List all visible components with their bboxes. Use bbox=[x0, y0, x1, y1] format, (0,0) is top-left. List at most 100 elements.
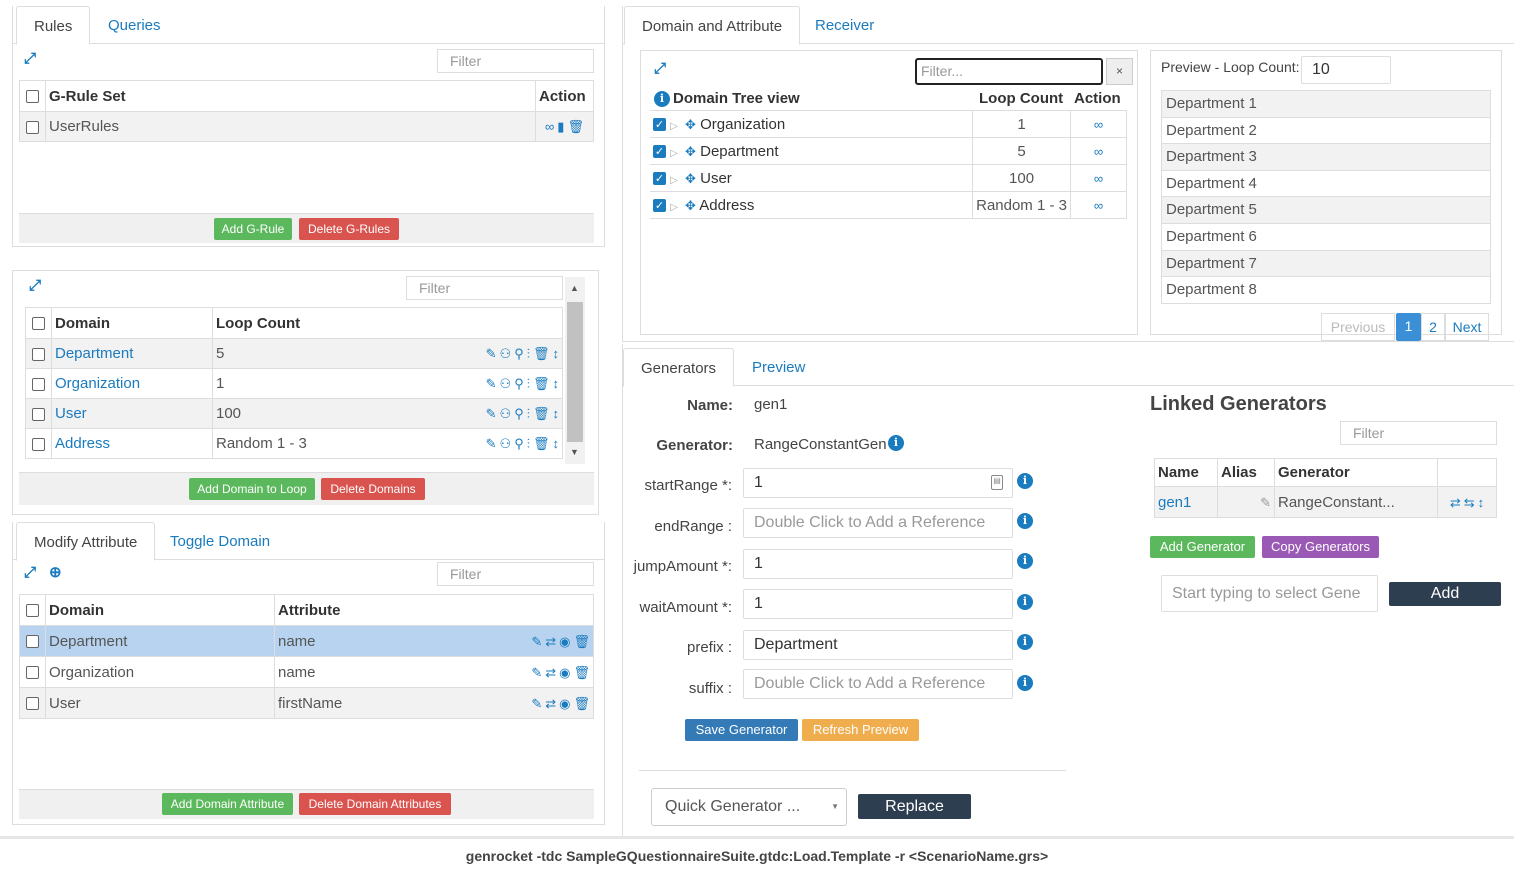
trash-icon[interactable]: 🗑 bbox=[533, 376, 550, 391]
row-checkbox[interactable] bbox=[32, 347, 45, 361]
tree-checkbox[interactable]: ✓ bbox=[653, 145, 666, 159]
expand-arrow-icon[interactable]: ▷ bbox=[670, 121, 678, 132]
trash-icon[interactable]: 🗑 bbox=[573, 665, 590, 680]
link-icon[interactable]: ∞ bbox=[545, 119, 554, 134]
edit-icon[interactable]: ✎ bbox=[531, 696, 542, 711]
table-row[interactable]: UserRules ∞ ▮ 🗑 bbox=[19, 111, 594, 142]
trash-icon[interactable]: 🗑 bbox=[533, 406, 550, 421]
move-icon[interactable]: ✥ bbox=[685, 144, 696, 159]
table-row[interactable]: Department name ✎ ⇄ ◉ 🗑 bbox=[19, 625, 594, 657]
preview-loop-count-input[interactable]: 10 bbox=[1301, 56, 1391, 84]
swap-icon[interactable]: ⇄ bbox=[545, 696, 556, 711]
rules-filter-input[interactable]: Filter bbox=[437, 49, 594, 73]
delete-domain-attributes-button[interactable]: Delete Domain Attributes bbox=[299, 793, 451, 815]
tree-row[interactable]: ✓ ▷ ✥ Department 5 ∞ bbox=[650, 137, 1127, 165]
tab-rules[interactable]: Rules bbox=[16, 6, 91, 45]
swap-icon[interactable]: ⇄ bbox=[545, 634, 556, 649]
link-icon[interactable]: ∞ bbox=[1094, 117, 1103, 132]
expand-arrow-icon[interactable]: ▷ bbox=[670, 148, 678, 159]
search-icon[interactable]: ⚲ bbox=[514, 406, 524, 421]
domain-link[interactable]: Organization bbox=[51, 368, 213, 399]
sliders-icon[interactable]: ⫶ bbox=[527, 346, 530, 361]
trash-icon[interactable]: 🗑 bbox=[533, 346, 550, 361]
sort-icon[interactable]: ↕ bbox=[553, 406, 560, 421]
prefix-input[interactable]: Department bbox=[743, 630, 1013, 660]
table-row[interactable]: Organization 1 ✎ ⚇ ⚲ ⫶ 🗑 ↕ bbox=[25, 368, 563, 399]
end-range-input[interactable]: Double Click to Add a Reference bbox=[743, 508, 1013, 538]
jump-amount-input[interactable]: 1 bbox=[743, 549, 1013, 579]
replace-button[interactable]: Replace bbox=[858, 794, 971, 819]
move-icon[interactable]: ✥ bbox=[685, 171, 696, 186]
row-checkbox[interactable] bbox=[26, 635, 39, 649]
save-generator-button[interactable]: Save Generator bbox=[685, 719, 798, 741]
edit-icon[interactable]: ✎ bbox=[531, 665, 542, 680]
pager-previous[interactable]: Previous bbox=[1321, 313, 1395, 341]
eye-icon[interactable]: ◉ bbox=[559, 696, 570, 711]
table-row[interactable]: User firstName ✎ ⇄ ◉ 🗑 bbox=[19, 687, 594, 719]
info-icon[interactable]: i bbox=[1017, 473, 1033, 489]
table-row[interactable]: Organization name ✎ ⇄ ◉ 🗑 bbox=[19, 656, 594, 688]
sliders-icon[interactable]: ⫶ bbox=[527, 436, 530, 451]
tab-modify-attribute[interactable]: Modify Attribute bbox=[16, 522, 156, 561]
tree-checkbox[interactable]: ✓ bbox=[653, 172, 666, 186]
trash-icon[interactable]: 🗑 bbox=[573, 696, 590, 711]
tab-toggle-domain[interactable]: Toggle Domain bbox=[153, 522, 287, 561]
search-icon[interactable]: ⚲ bbox=[514, 376, 524, 391]
generator-search-input[interactable]: Start typing to select Gene bbox=[1161, 575, 1378, 612]
edit-icon[interactable]: ✎ bbox=[1260, 495, 1271, 510]
select-all-checkbox[interactable] bbox=[26, 604, 39, 618]
domain-link[interactable]: User bbox=[51, 398, 213, 429]
sliders-icon[interactable]: ⫶ bbox=[527, 406, 530, 421]
info-icon[interactable]: i bbox=[1017, 513, 1033, 529]
expand-icon[interactable]: ⤢ bbox=[24, 564, 36, 581]
tree-checkbox[interactable]: ✓ bbox=[653, 118, 666, 132]
select-all-checkbox[interactable] bbox=[32, 317, 45, 331]
add-g-rule-button[interactable]: Add G-Rule bbox=[214, 218, 292, 240]
add-generator-button[interactable]: Add Generator bbox=[1150, 536, 1255, 558]
row-checkbox[interactable] bbox=[26, 697, 39, 711]
sliders-icon[interactable]: ⫶ bbox=[527, 376, 530, 391]
trash-icon[interactable]: 🗑 bbox=[567, 119, 584, 134]
add-domain-to-loop-button[interactable]: Add Domain to Loop bbox=[189, 478, 315, 500]
add-linked-generator-button[interactable]: Add bbox=[1389, 582, 1501, 606]
sort-icon[interactable]: ↕ bbox=[553, 376, 560, 391]
link-icon[interactable]: ∞ bbox=[1094, 198, 1103, 213]
add-domain-attribute-button[interactable]: Add Domain Attribute bbox=[162, 793, 293, 815]
row-checkbox[interactable] bbox=[32, 407, 45, 421]
table-row[interactable]: gen1 ✎ RangeConstant... ⇄ ⇆ ↕ bbox=[1154, 486, 1497, 518]
attribute-filter-input[interactable]: Filter bbox=[437, 562, 594, 586]
tab-preview[interactable]: Preview bbox=[735, 348, 822, 387]
row-checkbox[interactable] bbox=[32, 437, 45, 451]
file-icon[interactable]: ▮ bbox=[557, 119, 564, 134]
add-circle-icon[interactable]: ⊕ bbox=[49, 563, 62, 581]
refresh-preview-button[interactable]: Refresh Preview bbox=[802, 719, 919, 741]
pager-page-2[interactable]: 2 bbox=[1421, 313, 1445, 341]
quick-generator-select[interactable]: Quick Generator ... ▼ bbox=[651, 788, 847, 826]
expand-arrow-icon[interactable]: ▷ bbox=[670, 175, 678, 186]
start-range-input[interactable]: 1 bbox=[743, 468, 1013, 498]
info-icon[interactable]: i bbox=[1017, 553, 1033, 569]
link-icon[interactable]: ∞ bbox=[1094, 144, 1103, 159]
users-icon[interactable]: ⚇ bbox=[500, 376, 512, 391]
swap-icon[interactable]: ⇄ bbox=[545, 665, 556, 680]
eye-icon[interactable]: ◉ bbox=[559, 665, 570, 680]
trash-icon[interactable]: 🗑 bbox=[533, 436, 550, 451]
sort-icon[interactable]: ↕ bbox=[1478, 495, 1485, 510]
info-icon[interactable]: i bbox=[888, 435, 904, 451]
edit-icon[interactable]: ✎ bbox=[486, 436, 497, 451]
info-icon[interactable]: i bbox=[1017, 675, 1033, 691]
link-icon[interactable]: ∞ bbox=[1094, 171, 1103, 186]
move-icon[interactable]: ✥ bbox=[685, 117, 696, 132]
info-icon[interactable]: i bbox=[1017, 594, 1033, 610]
select-all-checkbox[interactable] bbox=[26, 90, 39, 104]
edit-icon[interactable]: ✎ bbox=[531, 634, 542, 649]
tree-row[interactable]: ✓ ▷ ✥ User 100 ∞ bbox=[650, 164, 1127, 192]
row-checkbox[interactable] bbox=[32, 377, 45, 391]
linked-generator-name[interactable]: gen1 bbox=[1154, 486, 1218, 518]
tab-generators[interactable]: Generators bbox=[623, 348, 735, 387]
trash-icon[interactable]: 🗑 bbox=[573, 634, 590, 649]
tree-checkbox[interactable]: ✓ bbox=[653, 199, 666, 213]
wait-amount-input[interactable]: 1 bbox=[743, 589, 1013, 619]
search-icon[interactable]: ⚲ bbox=[514, 436, 524, 451]
tab-domain-and-attribute[interactable]: Domain and Attribute bbox=[624, 6, 801, 45]
